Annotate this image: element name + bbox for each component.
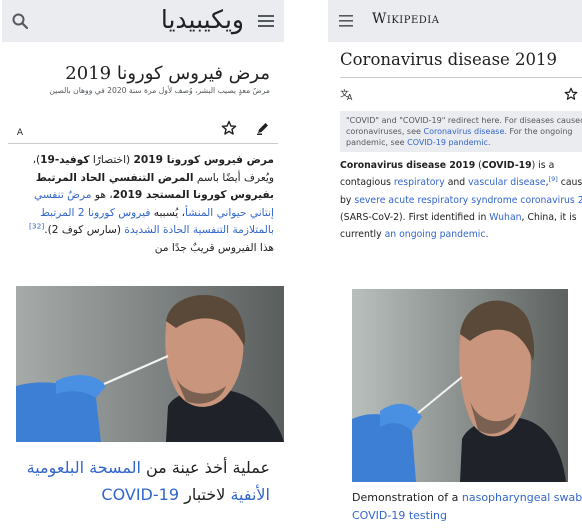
search-button[interactable] xyxy=(2,0,38,42)
inline-link[interactable]: an ongoing pandemic xyxy=(385,229,486,240)
watch-button[interactable] xyxy=(218,117,240,139)
inline-link[interactable]: nasopharyngeal swab xyxy=(462,491,582,504)
menu-button[interactable] xyxy=(248,0,284,42)
hatnote: "COVID" and "COVID-19" redirect here. Fo… xyxy=(340,111,582,152)
search-button[interactable] xyxy=(578,0,582,42)
text-run: (سارس كوف 2). xyxy=(44,224,125,237)
page-actions: 文A xyxy=(12,117,274,139)
page-tagline: مرضٌ معدٍ يصيب البشر، وُصف لأول مرة سنة … xyxy=(49,86,270,95)
text-run: . xyxy=(485,229,489,241)
bold-text: Coronavirus disease 2019 xyxy=(340,160,476,171)
inline-link[interactable]: [9] xyxy=(549,175,558,183)
text-run: لاختبار xyxy=(179,485,231,504)
bold-text: مرض فيروس كورونا 2019 xyxy=(133,154,274,166)
language-button[interactable]: 文A xyxy=(12,117,34,139)
star-icon xyxy=(221,120,237,135)
search-icon xyxy=(12,13,28,29)
edit-icon xyxy=(257,123,268,135)
text-run: (اختصارًا xyxy=(89,154,134,166)
page-actions: 文A xyxy=(336,83,582,105)
photo-caption: Demonstration of a nasopharyngeal swab f… xyxy=(352,489,582,524)
text-run: Demonstration of a xyxy=(352,491,462,504)
inline-link[interactable]: COVID-19 pandemic xyxy=(407,138,488,147)
text-run: and xyxy=(444,177,469,189)
photo-illustration xyxy=(352,289,568,482)
arabic-header: ويكيبيديا xyxy=(2,0,284,42)
language-button[interactable]: 文A xyxy=(336,83,358,105)
testing-photo[interactable] xyxy=(352,289,568,482)
text-run: ، هو xyxy=(91,189,113,202)
inline-link[interactable]: Coronavirus disease xyxy=(424,127,505,136)
english-panel: Wikipedia Coronavirus disease 2019 文A "C… xyxy=(328,0,582,529)
inline-link[interactable]: COVID-19 testing xyxy=(352,509,447,522)
language-icon: 文A xyxy=(340,88,353,101)
svg-text:A: A xyxy=(16,128,23,136)
inline-link[interactable]: Wuhan xyxy=(489,212,521,223)
text-run: (SARS-CoV-2). First identified in xyxy=(340,211,490,223)
testing-photo[interactable] xyxy=(16,286,284,442)
intro-paragraph: مرض فيروس كورونا 2019 (اختصارًا كوفيد-19… xyxy=(12,152,274,258)
menu-button[interactable] xyxy=(328,0,364,42)
svg-text:A: A xyxy=(347,93,353,101)
page-title: مرض فيروس كورونا 2019 xyxy=(65,63,270,84)
inline-link[interactable]: COVID-19 xyxy=(101,485,179,504)
inline-link[interactable]: respiratory xyxy=(394,177,445,188)
star-icon xyxy=(564,87,578,100)
text-run: ، يُسببه xyxy=(150,206,186,219)
inline-link[interactable]: vascular disease xyxy=(468,177,545,188)
menu-icon xyxy=(258,15,274,27)
text-run: عملية أخذ عينة من xyxy=(140,458,270,477)
inline-link[interactable]: severe acute respiratory syndrome corona… xyxy=(354,195,582,206)
intro-paragraph: Coronavirus disease 2019 (COVID-19) is a… xyxy=(340,157,582,243)
watch-button[interactable] xyxy=(560,83,582,105)
edit-button[interactable] xyxy=(252,117,274,139)
title-divider xyxy=(340,77,582,78)
photo-illustration xyxy=(16,286,284,442)
page-title: Coronavirus disease 2019 xyxy=(340,50,558,69)
inline-link[interactable]: [32] xyxy=(29,222,44,231)
text-run: ( xyxy=(475,160,482,171)
bold-text: كوفيد-19 xyxy=(40,154,90,166)
arabic-panel: ويكيبيديا مرض فيروس كورونا 2019 مرضٌ معد… xyxy=(2,0,284,529)
site-logo[interactable]: Wikipedia xyxy=(372,11,439,27)
photo-caption: عملية أخذ عينة من المسحة البلعومية الأنف… xyxy=(16,454,270,508)
menu-icon xyxy=(339,15,353,27)
text-run: . xyxy=(487,138,491,147)
divider xyxy=(8,143,278,144)
site-logo[interactable]: ويكيبيديا xyxy=(161,3,244,37)
bold-text: COVID-19 xyxy=(481,160,532,171)
text-run: هذا الفيروس قريبٌ جدًا من xyxy=(154,241,274,254)
english-header: Wikipedia xyxy=(328,0,582,42)
language-icon: 文A xyxy=(16,128,23,136)
